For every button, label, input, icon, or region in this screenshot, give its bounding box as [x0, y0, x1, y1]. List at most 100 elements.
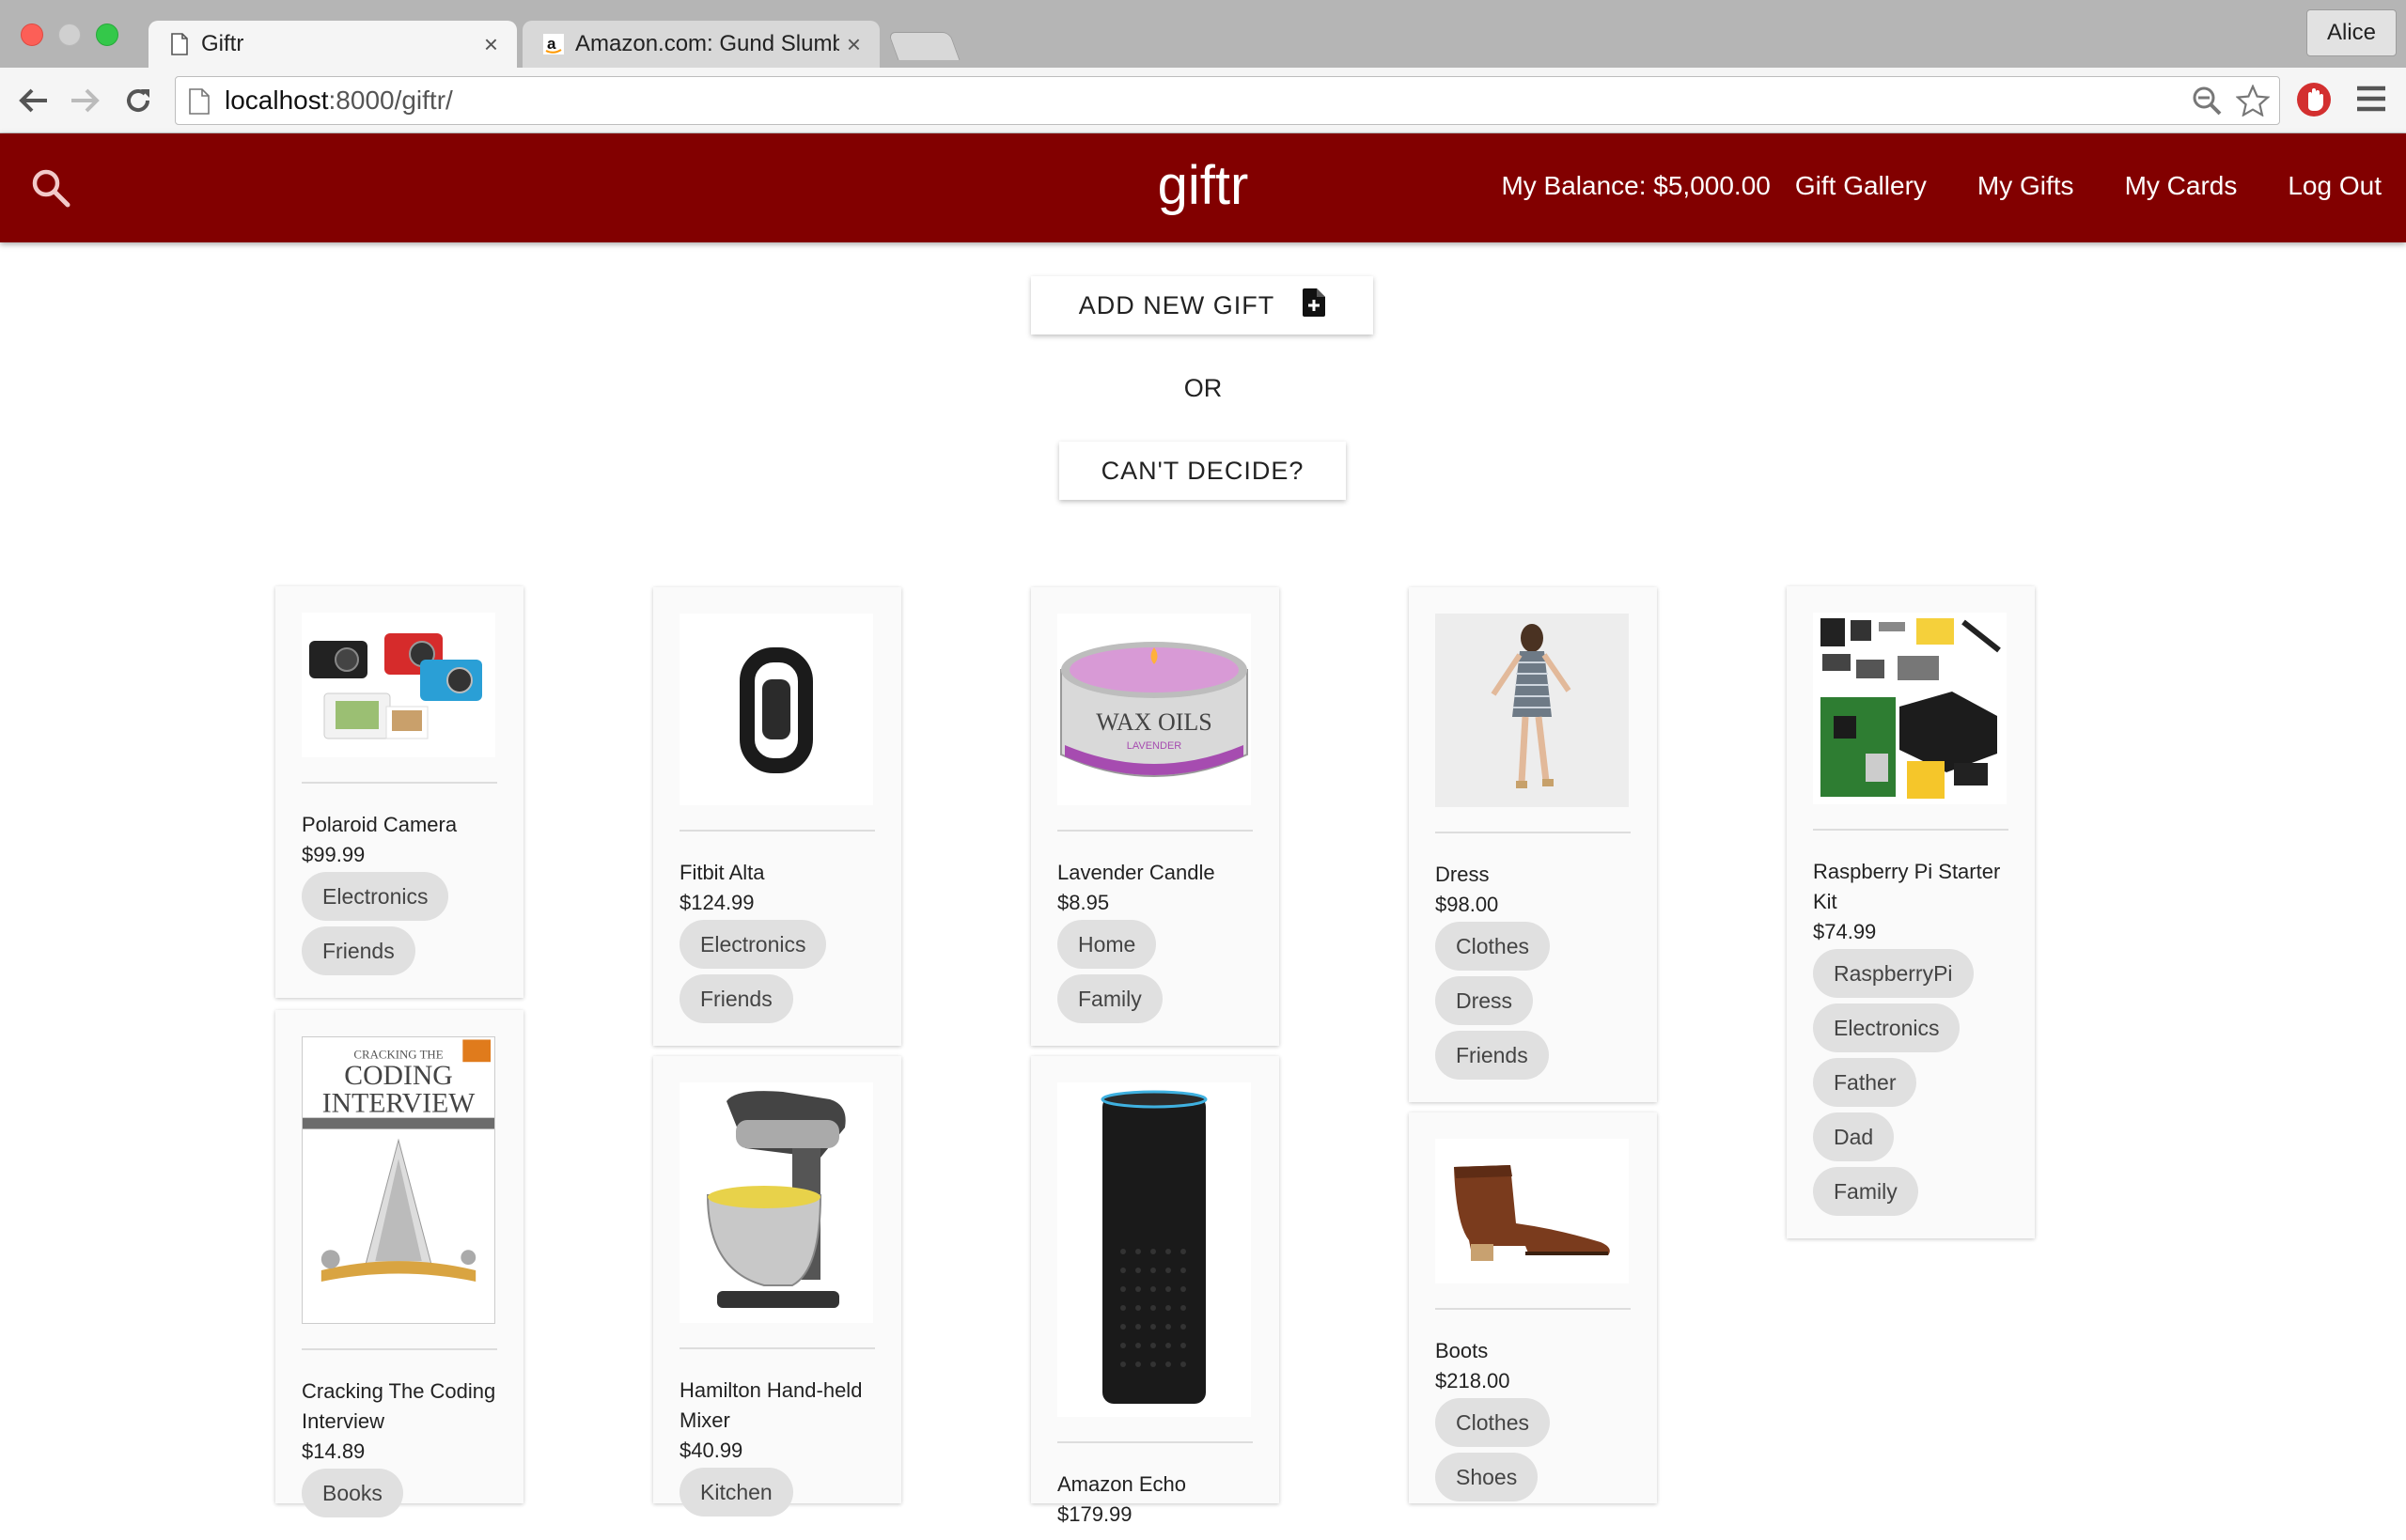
browser-menu-icon[interactable]	[2355, 85, 2387, 117]
tag-chip[interactable]: Books	[302, 1469, 403, 1517]
gift-price: $14.89	[302, 1439, 366, 1463]
candle-label-text: LAVENDER	[1127, 740, 1182, 752]
gift-card-raspberry-pi[interactable]: Raspberry Pi Starter Kit $74.99 Raspberr…	[1787, 586, 2035, 1238]
back-icon[interactable]	[13, 81, 53, 120]
gift-name: Raspberry Pi Starter Kit	[1813, 860, 2001, 913]
dress-image	[1435, 614, 1629, 807]
tag-chip[interactable]: Electronics	[1813, 1003, 1961, 1052]
add-new-gift-button[interactable]: ADD NEW GIFT	[1031, 276, 1373, 334]
gift-name: Boots	[1435, 1339, 1489, 1362]
tab-title: Amazon.com: Gund Slumb	[575, 31, 839, 56]
zoom-search-icon[interactable]	[2191, 85, 2223, 123]
divider	[680, 1347, 875, 1349]
add-new-gift-label: ADD NEW GIFT	[1078, 290, 1275, 319]
gift-name: Dress	[1435, 863, 1490, 886]
bookmark-star-icon[interactable]	[2235, 84, 2271, 123]
window-close-button[interactable]	[21, 23, 43, 46]
tab-giftr[interactable]: Giftr ×	[148, 21, 517, 68]
nav-gift-gallery[interactable]: Gift Gallery	[1795, 171, 1927, 201]
gift-card-hamilton-mixer[interactable]: Hamilton Hand-held Mixer $40.99 Kitchen	[653, 1056, 901, 1517]
tab-close-icon[interactable]: ×	[484, 30, 498, 59]
address-bar[interactable]: localhost:8000/giftr/	[175, 76, 2280, 125]
tag-chip[interactable]: Family	[1813, 1167, 1918, 1216]
divider	[1057, 1441, 1253, 1443]
gift-price: $218.00	[1435, 1369, 1510, 1392]
tag-chip[interactable]: Home	[1057, 920, 1157, 969]
window-minimize-button[interactable]	[58, 23, 81, 46]
gift-card-dress[interactable]: Dress $98.00 Clothes Dress Friends	[1409, 587, 1657, 1102]
gift-name: Fitbit Alta	[680, 861, 765, 884]
gift-card-boots[interactable]: Boots $218.00 Clothes Shoes	[1409, 1112, 1657, 1503]
main-nav: My Balance: $5,000.00 Gift Gallery My Gi…	[1501, 171, 2382, 201]
new-tab-button[interactable]	[887, 32, 961, 60]
tag-chip[interactable]: Friends	[1435, 1031, 1549, 1080]
divider	[1057, 830, 1253, 832]
candle-label-text: WAX OILS	[1096, 708, 1212, 736]
divider	[680, 830, 875, 832]
search-icon[interactable]	[30, 167, 71, 213]
or-separator: OR	[1183, 374, 1223, 402]
tab-amazon[interactable]: a Amazon.com: Gund Slumb ×	[523, 21, 880, 68]
tag-chip[interactable]: Clothes	[1435, 922, 1550, 971]
gift-card-amazon-echo[interactable]: Amazon Echo $179.99	[1031, 1056, 1279, 1526]
tag-chip[interactable]: Dress	[1435, 976, 1534, 1025]
gift-price: $40.99	[680, 1439, 743, 1462]
polaroid-camera-image	[302, 613, 495, 757]
page-icon	[169, 32, 190, 56]
forward-icon[interactable]	[66, 81, 105, 120]
tag-chip[interactable]: Dad	[1813, 1112, 1895, 1161]
cant-decide-button[interactable]: CAN'T DECIDE?	[1059, 442, 1346, 500]
gift-name: Lavender Candle	[1057, 861, 1215, 884]
profile-button[interactable]: Alice	[2306, 9, 2397, 56]
tag-chip[interactable]: Electronics	[302, 872, 449, 921]
amazon-favicon-icon: a	[543, 32, 564, 56]
browser-tab-bar: Giftr × a Amazon.com: Gund Slumb × Alice	[0, 0, 2406, 68]
adblock-extension-icon[interactable]	[2295, 81, 2333, 123]
tab-close-icon[interactable]: ×	[847, 30, 861, 59]
gift-name: Hamilton Hand-held Mixer	[680, 1378, 863, 1432]
gift-card-coding-interview[interactable]: CRACKING THE CODING INTERVIEW Cracking T…	[275, 1010, 523, 1517]
hand-mixer-image	[680, 1082, 873, 1323]
tab-title: Giftr	[201, 31, 244, 56]
gift-card-fitbit-alta[interactable]: Fitbit Alta $124.99 Electronics Friends	[653, 587, 901, 1046]
add-document-icon	[1303, 288, 1326, 323]
gift-price: $99.99	[302, 843, 366, 866]
tag-chip[interactable]: Shoes	[1435, 1453, 1539, 1501]
nav-my-cards[interactable]: My Cards	[2125, 171, 2238, 201]
tag-chip[interactable]: Father	[1813, 1058, 1917, 1107]
boots-image	[1435, 1139, 1629, 1283]
gift-card-polaroid-camera[interactable]: Polaroid Camera $99.99 Electronics Frien…	[275, 586, 523, 998]
url-path: :8000/giftr/	[328, 86, 453, 115]
nav-log-out[interactable]: Log Out	[2288, 171, 2382, 201]
divider	[1813, 829, 2008, 831]
coding-interview-book-image: CRACKING THE CODING INTERVIEW	[302, 1036, 495, 1324]
gift-card-lavender-candle[interactable]: WAX OILS LAVENDER Lavender Candle $8.95 …	[1031, 587, 1279, 1046]
gift-price: $98.00	[1435, 893, 1499, 916]
divider	[1435, 1308, 1631, 1310]
tag-chip[interactable]: Clothes	[1435, 1398, 1550, 1447]
tag-chip[interactable]: Electronics	[680, 920, 827, 969]
book-cover-text: CRACKING THE	[353, 1048, 443, 1061]
app-header: giftr My Balance: $5,000.00 Gift Gallery…	[0, 133, 2406, 242]
tag-chip[interactable]: Family	[1057, 974, 1163, 1023]
raspberry-pi-kit-image	[1813, 613, 2007, 804]
lavender-candle-image: WAX OILS LAVENDER	[1057, 614, 1251, 805]
balance-display: My Balance: $5,000.00	[1501, 171, 1771, 200]
url-host: localhost	[225, 86, 329, 115]
tag-chip[interactable]: Kitchen	[680, 1468, 793, 1517]
nav-my-gifts[interactable]: My Gifts	[1977, 171, 2074, 201]
gift-name: Polaroid Camera	[302, 813, 458, 836]
gift-price: $8.95	[1057, 891, 1110, 914]
brand-logo[interactable]: giftr	[1109, 154, 1297, 217]
book-cover-text: INTERVIEW	[322, 1089, 476, 1119]
window-zoom-button[interactable]	[96, 23, 118, 46]
amazon-echo-image	[1057, 1082, 1251, 1417]
svg-text:a: a	[547, 35, 556, 53]
browser-toolbar: localhost:8000/giftr/	[0, 68, 2406, 133]
gift-name: Cracking The Coding Interview	[302, 1379, 496, 1433]
tag-chip[interactable]: RaspberryPi	[1813, 949, 1974, 998]
reload-icon[interactable]	[118, 81, 158, 120]
tag-chip[interactable]: Friends	[680, 974, 793, 1023]
tag-chip[interactable]: Friends	[302, 926, 415, 975]
page-icon	[189, 88, 210, 121]
